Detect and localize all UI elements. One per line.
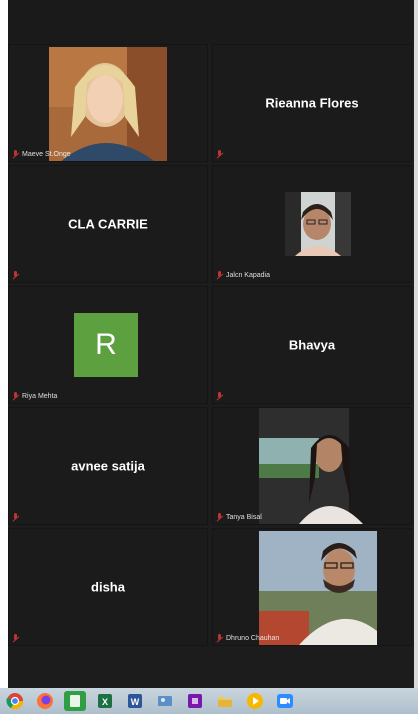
onenote-icon[interactable] [184,691,206,711]
participant-name-label: Tanya Bisal [226,513,262,521]
participant-tile-rieanna[interactable]: Rieanna Flores [212,44,412,162]
participant-name-display: disha [91,579,125,595]
participant-video [49,47,167,161]
windows-taskbar: X W [0,688,418,714]
participant-video [259,408,379,524]
participant-name-label: Dhruno Chauhan [226,634,280,642]
avatar: R [74,313,138,377]
participant-name-label: Maeve St.Onge [22,150,71,158]
participant-name-display: Bhavya [288,337,336,353]
photos-icon[interactable] [154,691,176,711]
participant-tile-avnee[interactable]: avnee satija [8,407,208,525]
participant-name-label: Riya Mehta [22,392,58,400]
muted-mic-icon [217,634,223,642]
excel-icon[interactable]: X [94,691,116,711]
svg-text:X: X [102,697,108,707]
participant-video [259,531,377,645]
participant-gallery: Maeve St.Onge Rieanna Flores CLA CARRIE … [8,44,414,654]
right-window-edge [414,0,418,690]
firefox-icon[interactable] [34,691,56,711]
muted-mic-icon [13,513,19,521]
muted-mic-icon [217,271,223,279]
media-player-icon[interactable] [244,691,266,711]
participant-name-display: CLA CARRIE [68,216,148,232]
participant-tile-cla-carrie[interactable]: CLA CARRIE [8,165,208,283]
participant-tile-riya[interactable]: R Riya Mehta [8,286,208,404]
participant-name-display: avnee satija [71,458,145,474]
muted-mic-icon [13,392,19,400]
participant-name-display: Rieanna Flores [265,95,359,111]
participant-tile-jalcn[interactable]: Jalcn Kapadia [212,165,412,283]
participant-video [285,192,351,256]
calculator-icon[interactable] [64,691,86,711]
muted-mic-icon [13,271,19,279]
svg-text:W: W [131,697,140,707]
muted-mic-icon [217,513,223,521]
word-icon[interactable]: W [124,691,146,711]
participant-name-label: Jalcn Kapadia [226,271,270,279]
participant-tile-bhavya[interactable]: Bhavya [212,286,412,404]
left-window-edge [0,0,8,690]
muted-mic-icon [217,150,223,158]
muted-mic-icon [13,150,19,158]
participant-tile-dhruno[interactable]: Dhruno Chauhan [212,528,412,646]
participant-tile-disha[interactable]: disha [8,528,208,646]
meeting-top-bar [8,0,414,44]
muted-mic-icon [217,392,223,400]
muted-mic-icon [13,634,19,642]
participant-tile-tanya[interactable]: Tanya Bisal [212,407,412,525]
zoom-icon[interactable] [274,691,296,711]
chrome-icon[interactable] [4,691,26,711]
file-explorer-icon[interactable] [214,691,236,711]
participant-tile-maeve[interactable]: Maeve St.Onge [8,44,208,162]
